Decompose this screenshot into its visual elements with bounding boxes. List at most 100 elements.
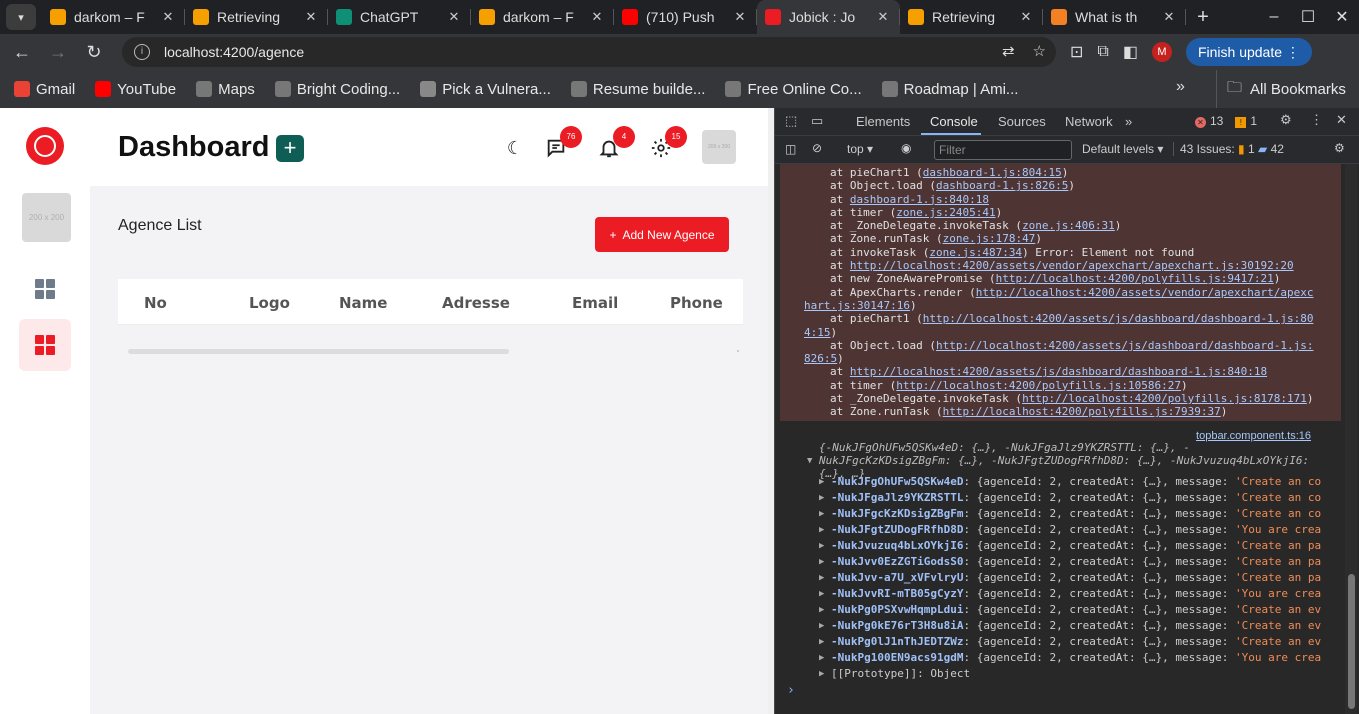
context-selector[interactable]: top ▾ [847, 142, 873, 156]
expand-triangle-icon[interactable]: ▼ [807, 453, 812, 469]
expand-triangle-icon[interactable]: ▶ [819, 650, 824, 666]
close-tab-icon[interactable]: ✕ [159, 9, 177, 25]
stack-link[interactable]: dashboard-1.js:840:18 [850, 193, 989, 206]
tab-network[interactable]: Network [1065, 114, 1113, 129]
dark-mode-icon[interactable]: ☾ [503, 136, 527, 160]
stack-link[interactable]: http://localhost:4200/polyfills.js:8178:… [1022, 392, 1307, 405]
devtools-close-icon[interactable]: ✕ [1336, 112, 1347, 128]
bookmark-item[interactable]: Maps [186, 81, 265, 98]
object-entry[interactable]: ▶ -NukJvuzuq4bLxOYkjI6: {agenceId: 2, cre… [819, 538, 1329, 554]
expand-triangle-icon[interactable]: ▶ [819, 570, 824, 586]
more-bookmarks-icon[interactable]: » [1176, 78, 1185, 96]
tab-search-button[interactable]: ▾ [6, 4, 36, 30]
expand-triangle-icon[interactable]: ▶ [819, 634, 824, 650]
expand-triangle-icon[interactable]: ▶ [819, 618, 824, 634]
lens-icon[interactable]: ⊡ [1070, 42, 1083, 62]
stack-link[interactable]: zone.js:406:31 [1022, 219, 1115, 232]
notifications-button[interactable]: 4 [597, 126, 635, 160]
header-add-button[interactable]: + [276, 135, 304, 162]
object-entry[interactable]: ▶ -NukPg0kE76rT3H8u8iA: {agenceId: 2, cre… [819, 618, 1329, 634]
stack-link[interactable]: http://localhost:4200/assets/vendor/apex… [976, 286, 1314, 299]
column-header-no[interactable]: No [144, 294, 167, 312]
column-header-logo[interactable]: Logo [249, 294, 290, 312]
stack-link[interactable]: http://localhost:4200/polyfills.js:7939:… [943, 405, 1221, 418]
live-expression-icon[interactable]: ◉ [901, 141, 911, 155]
browser-tab[interactable]: Retrieving ✕ [900, 0, 1043, 34]
browser-tab[interactable]: (710) Push ✕ [614, 0, 757, 34]
maximize-icon[interactable]: ☐ [1291, 7, 1325, 27]
object-entry[interactable]: ▶ -NukJFgOhUFw5QSKw4eD: {agenceId: 2, cre… [819, 474, 1329, 490]
stack-link[interactable]: 826:5 [804, 352, 837, 365]
expand-triangle-icon[interactable]: ▶ [819, 602, 824, 618]
log-levels-dropdown[interactable]: Default levels ▾ [1082, 142, 1163, 156]
object-entry[interactable]: ▶ -NukJvv-a7U_xVFvlryU: {agenceId: 2, cre… [819, 570, 1329, 586]
bookmark-item[interactable]: Roadmap | Ami... [872, 81, 1029, 98]
console-settings-icon[interactable]: ⚙ [1334, 141, 1345, 155]
stack-link[interactable]: zone.js:2405:41 [896, 206, 995, 219]
browser-tab[interactable]: What is th ✕ [1043, 0, 1186, 34]
issues-button[interactable]: 43 Issues: ▮ 1 ▰ 42 [1173, 142, 1284, 156]
browser-tab[interactable]: darkom – F ✕ [42, 0, 185, 34]
browser-tab[interactable]: darkom – F ✕ [471, 0, 614, 34]
column-header-email[interactable]: Email [572, 294, 618, 312]
browser-tab[interactable]: Jobick : Jo ✕ [757, 0, 900, 34]
devtools-settings-icon[interactable]: ⚙ [1280, 112, 1292, 128]
prototype-entry[interactable]: ▶ [[Prototype]]: Object [819, 666, 1329, 682]
object-entry[interactable]: ▶ -NukJFgcKzKDsigZBgFm: {agenceId: 2, cre… [819, 506, 1329, 522]
object-entry[interactable]: ▶ -NukJvvRI-mTB05gCyzY: {agenceId: 2, cre… [819, 586, 1329, 602]
reload-button[interactable]: ↻ [76, 42, 112, 63]
close-tab-icon[interactable]: ✕ [874, 9, 892, 25]
object-entry[interactable]: ▶ -NukJFgtZUDogFRfhD8D: {agenceId: 2, cre… [819, 522, 1329, 538]
tab-elements[interactable]: Elements [856, 114, 910, 129]
finish-update-button[interactable]: Finish update ⋮ [1185, 38, 1312, 66]
expand-triangle-icon[interactable]: ▶ [819, 522, 824, 538]
tab-sources[interactable]: Sources [998, 114, 1046, 129]
console-filter-input[interactable]: Filter [934, 140, 1072, 160]
settings-button[interactable]: 15 [649, 126, 687, 160]
stack-link[interactable]: hart.js:30147:16 [804, 299, 910, 312]
browser-tab[interactable]: Retrieving ✕ [185, 0, 328, 34]
forward-button[interactable]: → [40, 42, 76, 63]
stack-link[interactable]: zone.js:178:47 [943, 232, 1036, 245]
console-counters[interactable]: ✕ 13 ! 1 [1195, 114, 1257, 128]
stack-link[interactable]: dashboard-1.js:804:15 [923, 166, 1062, 179]
more-tabs-icon[interactable]: » [1125, 114, 1132, 129]
table-horizontal-scrollbar[interactable] [128, 349, 509, 354]
sidebar-item-dashboard[interactable] [19, 263, 71, 315]
bookmark-star-icon[interactable]: ☆ [1033, 42, 1046, 60]
close-tab-icon[interactable]: ✕ [445, 9, 463, 25]
column-header-phone[interactable]: Phone [670, 294, 723, 312]
devtools-menu-icon[interactable]: ⋮ [1310, 112, 1323, 128]
object-entry[interactable]: ▶ -NukJvv0EzZGTiGodsS0: {agenceId: 2, cre… [819, 554, 1329, 570]
bookmark-item[interactable]: Resume builde... [561, 81, 716, 98]
site-info-icon[interactable]: i [134, 44, 150, 60]
close-tab-icon[interactable]: ✕ [731, 9, 749, 25]
sidebar-avatar[interactable]: 200 x 200 [22, 193, 71, 242]
console-scroll-thumb[interactable] [1348, 574, 1355, 709]
close-tab-icon[interactable]: ✕ [1017, 9, 1035, 25]
stack-link[interactable]: http://localhost:4200/assets/js/dashboar… [936, 339, 1314, 352]
bookmark-item[interactable]: Gmail [4, 81, 85, 98]
object-entry[interactable]: ▶ -NukPg0PSXvwHqmpLdui: {agenceId: 2, cre… [819, 602, 1329, 618]
browser-tab[interactable]: ChatGPT ✕ [328, 0, 471, 34]
inspect-element-icon[interactable]: ⬚ [785, 113, 797, 129]
address-bar[interactable]: i localhost:4200/agence ⇄ ☆ [122, 37, 1056, 67]
device-toolbar-icon[interactable]: ▭ [811, 113, 823, 129]
console-scrollbar[interactable] [1345, 164, 1357, 714]
close-tab-icon[interactable]: ✕ [302, 9, 320, 25]
close-window-icon[interactable]: ✕ [1325, 7, 1359, 27]
extensions-icon[interactable]: ⧉ [1097, 43, 1108, 61]
side-panel-icon[interactable]: ◧ [1123, 42, 1138, 62]
back-button[interactable]: ← [4, 42, 40, 63]
expand-triangle-icon[interactable]: ▶ [819, 554, 824, 570]
new-tab-button[interactable]: + [1186, 6, 1220, 29]
all-bookmarks-button[interactable]: 🗀 All Bookmarks [1216, 70, 1346, 108]
stack-link[interactable]: http://localhost:4200/assets/js/dashboar… [850, 365, 1267, 378]
stack-link[interactable]: http://localhost:4200/polyfills.js:9417:… [996, 272, 1274, 285]
bookmark-item[interactable]: Pick a Vulnera... [410, 81, 561, 98]
expand-triangle-icon[interactable]: ▶ [819, 666, 824, 682]
close-tab-icon[interactable]: ✕ [1160, 9, 1178, 25]
messages-button[interactable]: 76 [544, 126, 582, 160]
minimize-icon[interactable]: – [1257, 8, 1291, 26]
user-avatar[interactable]: 200 x 200 [702, 130, 736, 164]
